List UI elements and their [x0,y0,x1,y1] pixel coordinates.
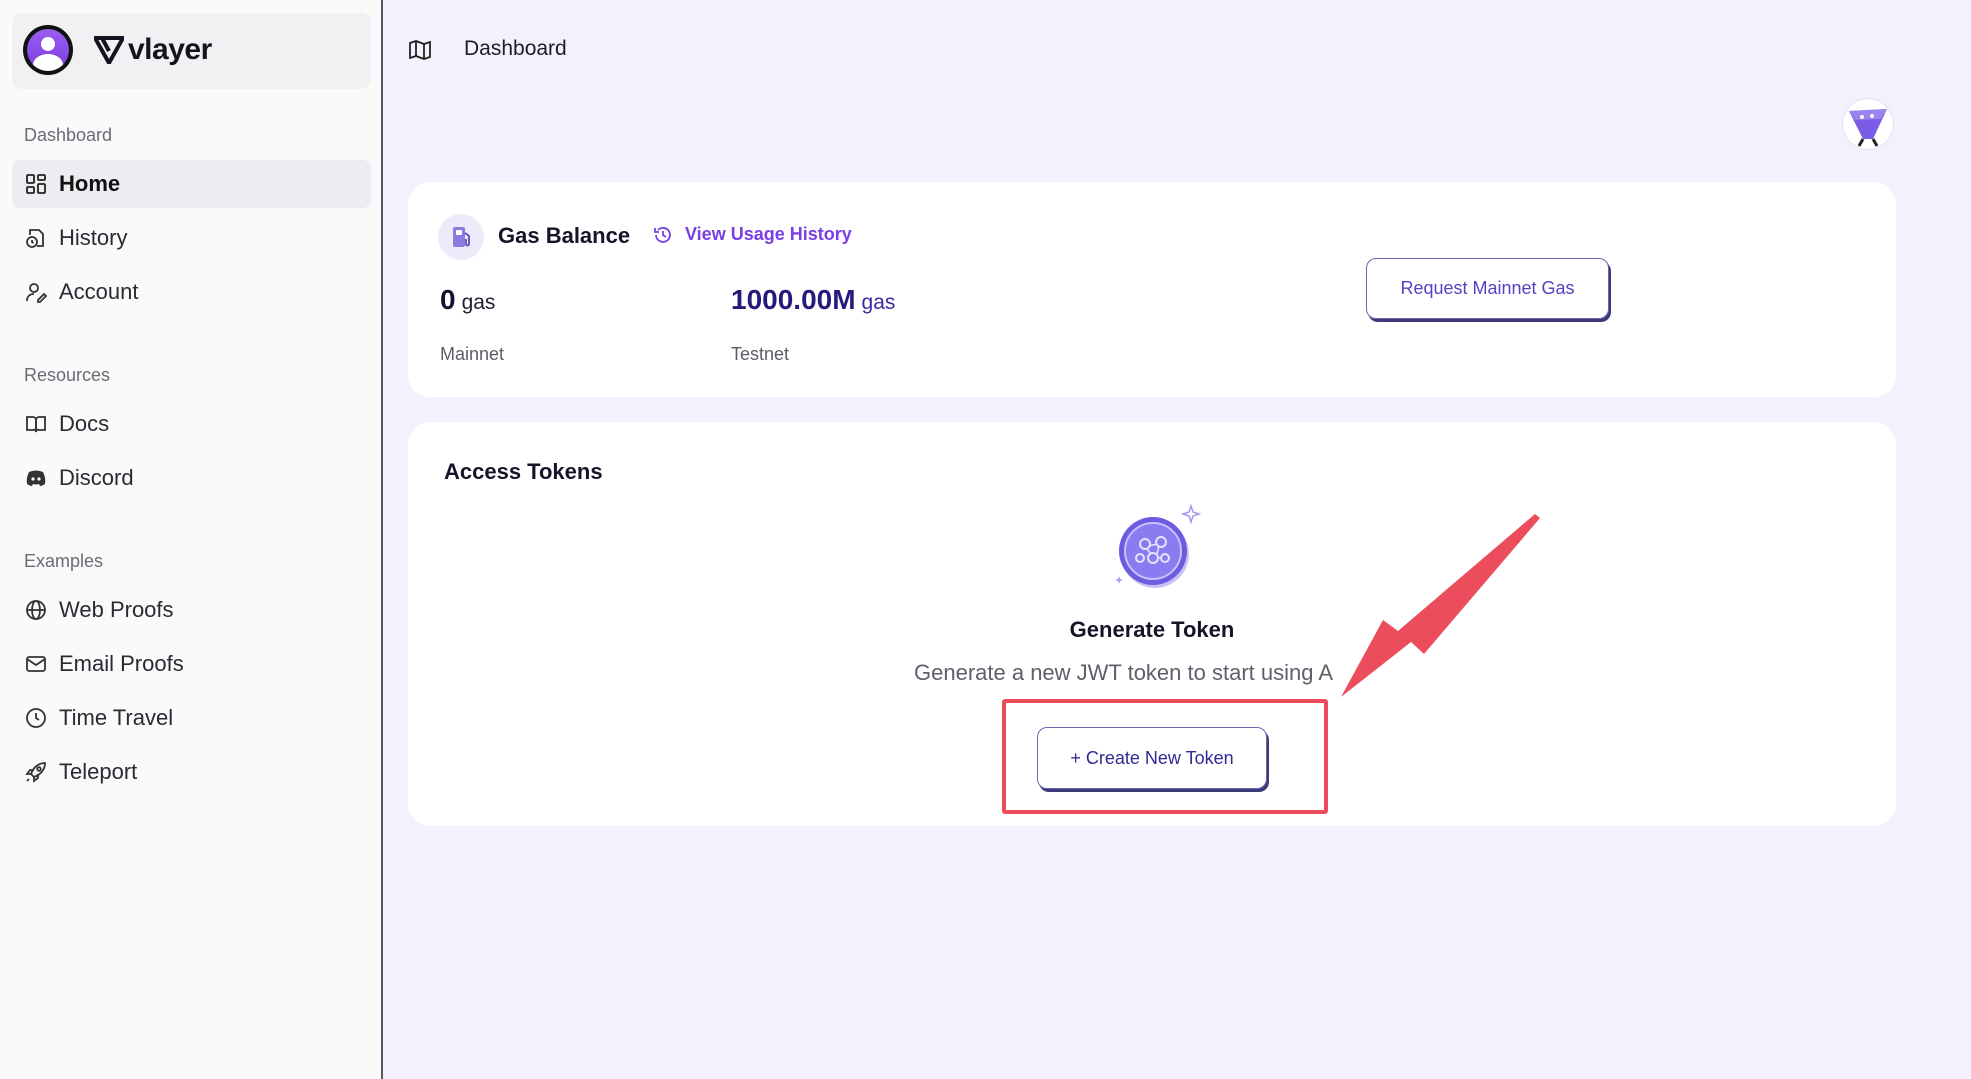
section-title-resources: Resources [24,365,111,385]
mainnet-gas-unit: gas [461,291,496,314]
sidebar-item-label: History [59,225,128,250]
sidebar-item-docs[interactable]: Docs [12,400,371,448]
testnet-gas-unit: gas [861,291,896,314]
mail-icon [26,656,46,672]
user-edit-icon [26,283,47,303]
view-usage-history-link[interactable]: View Usage History [653,224,852,245]
sidebar: vlayer Dashboard Home History Account Re… [0,0,383,1079]
sidebar-item-teleport[interactable]: Teleport [12,748,371,796]
sidebar-item-label: Discord [59,465,134,490]
generate-token-description: Generate a new JWT token to start using … [914,660,1334,685]
sidebar-item-time-travel[interactable]: Time Travel [12,694,371,742]
history-file-icon [26,229,44,248]
book-icon [26,416,46,433]
section-title-examples: Examples [24,551,104,571]
mainnet-gas-amount: 0 [440,284,456,315]
gas-balance-title: Gas Balance [498,223,631,248]
token-coin-icon [1115,504,1202,588]
sidebar-item-label: Docs [59,411,110,436]
vlayer-mascot-icon [1849,109,1887,147]
arrow-annotation-icon [1341,514,1540,697]
sidebar-item-label: Home [59,171,121,196]
sidebar-item-history[interactable]: History [12,214,371,262]
gas-balance-card: Gas Balance View Usage History 0 gas Main… [408,182,1896,397]
sidebar-item-label: Email Proofs [59,651,184,676]
mainnet-label: Mainnet [440,344,505,364]
sidebar-item-label: Teleport [59,759,138,784]
request-mainnet-gas-button[interactable]: Request Mainnet Gas [1366,258,1609,319]
testnet-gas-amount: 1000.00M [731,284,856,315]
sidebar-item-label: Account [59,279,139,304]
history-icon [654,226,671,243]
brand-header[interactable]: vlayer [12,13,371,89]
sidebar-item-discord[interactable]: Discord [12,454,371,502]
vlayer-logo-icon [94,36,124,64]
access-tokens-title: Access Tokens [444,459,603,484]
sidebar-item-home[interactable]: Home [12,160,371,208]
vlayer-logo[interactable]: vlayer [94,33,212,67]
brand-name: vlayer [128,33,212,66]
clock-icon [26,708,46,728]
globe-icon [26,600,46,620]
page-title: Dashboard [464,37,567,60]
discord-icon [26,470,46,486]
rocket-icon [25,762,46,783]
testnet-label: Testnet [731,344,790,364]
sidebar-item-web-proofs[interactable]: Web Proofs [12,586,371,634]
grid-icon [26,174,46,194]
gas-pump-icon [438,214,484,260]
generate-token-title: Generate Token [1069,617,1235,642]
mainnet-gas-value: 0 gas [440,284,495,316]
sidebar-item-label: Web Proofs [59,597,174,622]
view-usage-history-label: View Usage History [685,224,852,244]
profile-avatar[interactable] [1843,99,1893,149]
highlight-annotation-box [1002,699,1328,814]
sidebar-item-account[interactable]: Account [12,268,371,316]
sidebar-item-email-proofs[interactable]: Email Proofs [12,640,371,688]
sidebar-item-label: Time Travel [59,705,174,730]
user-avatar-icon[interactable] [23,25,73,75]
map-icon[interactable] [408,38,432,62]
section-title-dashboard: Dashboard [24,125,113,145]
testnet-gas-value: 1000.00M gas [731,284,895,316]
